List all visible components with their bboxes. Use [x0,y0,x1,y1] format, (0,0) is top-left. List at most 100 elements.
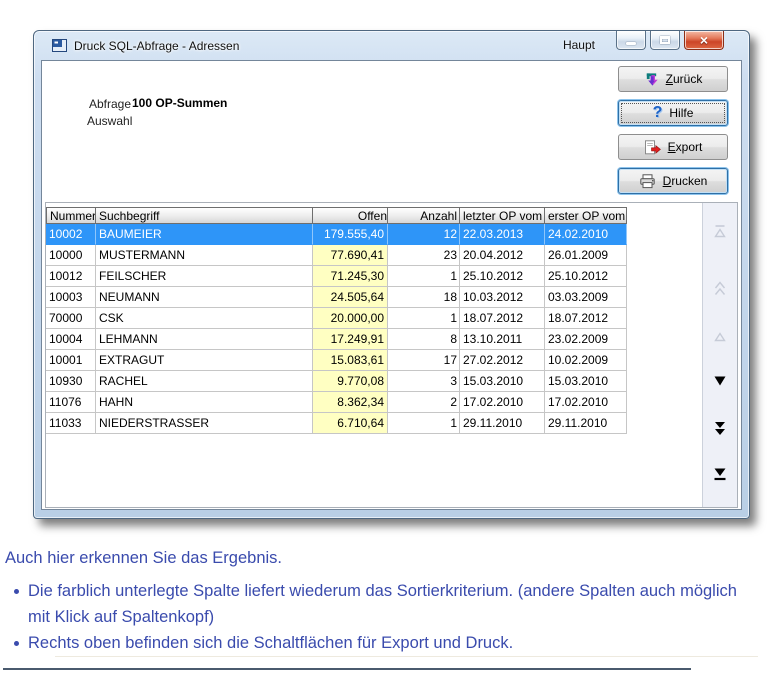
column-header-anzahl[interactable]: Anzahl [388,207,460,224]
column-header-letzter-op-vom[interactable]: letzter OP vom [460,207,545,224]
dialog-window: Druck SQL-Abfrage - Adressen Haupt × Abf… [33,30,750,519]
table-cell: EXTRAGUT [96,350,313,371]
table-cell: 70000 [46,308,96,329]
table-cell: 15.083,61 [313,350,388,371]
zurueck-label: Zurück [665,72,703,86]
scroll-page-up-button [703,280,737,296]
table-row[interactable]: 10004 LEHMANN 17.249,91 8 13.10.2011 23.02.20… [46,329,627,350]
exit-icon [646,72,658,86]
table-cell: 10930 [46,371,96,392]
table-cell: 10003 [46,287,96,308]
divider-light [55,656,758,657]
table-cell: 25.10.2012 [545,266,627,287]
table-cell: 17.02.2010 [545,392,627,413]
table-row[interactable]: 10000 MUSTERMANN 77.690,41 23 20.04.2012 26.0… [46,245,627,266]
table-cell: 8 [388,329,460,350]
table-cell: 1 [388,266,460,287]
window-controls: × [616,31,724,50]
record-nav-strip [702,203,737,507]
table-row[interactable]: 70000 CSK 20.000,00 1 18.07.2012 18.07.2012 [46,308,627,329]
table-cell: 2 [388,392,460,413]
table-cell: 1 [388,413,460,434]
zurueck-button[interactable]: Zurück [618,66,728,92]
scroll-top-icon [714,224,726,237]
scroll-down-button[interactable] [703,373,737,389]
bullet-icon [14,641,19,646]
close-button[interactable]: × [684,31,724,50]
table-cell: 12 [388,224,460,245]
drucken-button[interactable]: Drucken [618,168,728,194]
table-cell: 24.02.2010 [545,224,627,245]
maximize-button[interactable] [650,31,680,50]
scroll-page-down-icon [715,421,725,435]
table-cell: 25.10.2012 [460,266,545,287]
scroll-top-button [703,223,737,239]
table-row[interactable]: 10002 BAUMEIER 179.555,40 12 22.03.2013 24.02… [46,224,627,245]
table-body: 10002 BAUMEIER 179.555,40 12 22.03.2013 24.02… [46,224,627,434]
table-cell: 29.11.2010 [460,413,545,434]
table-cell: CSK [96,308,313,329]
result-table: Nummer Suchbegriff Offen Anzahl letzter OP v… [46,207,627,434]
table-cell: MUSTERMANN [96,245,313,266]
table-cell: 77.690,41 [313,245,388,266]
scroll-page-up-icon [714,280,726,295]
window-content: Abfrage 100 OP-Summen Auswahl Zurück ? H… [41,60,742,510]
table-cell: 17 [388,350,460,371]
table-cell: 10004 [46,329,96,350]
minimize-icon [626,41,636,45]
window-title: Druck SQL-Abfrage - Adressen [74,38,240,53]
table-cell: 03.03.2009 [545,287,627,308]
table-row[interactable]: 11033 NIEDERSTRASSER 6.710,64 1 29.11.2010 29… [46,413,627,434]
export-button[interactable]: Export [618,134,728,160]
hilfe-button[interactable]: ? Hilfe [618,100,728,126]
auswahl-label: Auswahl [87,114,133,128]
notes-section: Auch hier erkennen Sie das Ergebnis. Die… [5,547,758,656]
table-cell: 10001 [46,350,96,371]
table-cell: FEILSCHER [96,266,313,287]
divider-dark [3,668,691,670]
table-cell: 15.03.2010 [545,371,627,392]
haupt-label: Haupt [562,38,595,52]
column-header-offen[interactable]: Offen [313,207,388,224]
table-cell: 10.02.2009 [545,350,627,371]
table-cell: 10000 [46,245,96,266]
export-label: Export [667,140,703,154]
table-row[interactable]: 10930 RACHEL 9.770,08 3 15.03.2010 15.03.2010 [46,371,627,392]
scroll-bottom-button[interactable] [703,466,737,482]
table-cell: 18.07.2012 [460,308,545,329]
table-row[interactable]: 10003 NEUMANN 24.505,64 18 10.03.2012 03.03.2… [46,287,627,308]
table-cell: 11033 [46,413,96,434]
table-cell: 9.770,08 [313,371,388,392]
maximize-icon [660,36,670,44]
scroll-up-icon [714,332,726,342]
table-cell: 20.000,00 [313,308,388,329]
scroll-down-icon [714,376,726,386]
column-header-erster-op-vom[interactable]: erster OP vom [545,207,627,224]
table-cell: 179.555,40 [313,224,388,245]
table-cell: 27.02.2012 [460,350,545,371]
title-bar[interactable]: Druck SQL-Abfrage - Adressen Haupt × [41,31,742,60]
table-cell: 20.04.2012 [460,245,545,266]
table-cell: RACHEL [96,371,313,392]
table-cell: NEUMANN [96,287,313,308]
table-row[interactable]: 10001 EXTRAGUT 15.083,61 17 27.02.2012 10.02.… [46,350,627,371]
column-header-nummer[interactable]: Nummer [46,207,96,224]
column-header-suchbegriff[interactable]: Suchbegriff [96,207,313,224]
scroll-page-down-button[interactable] [703,420,737,436]
list-item: Rechts oben befinden sich die Schaltfläc… [5,630,758,656]
table-cell: 15.03.2010 [460,371,545,392]
table-cell: 22.03.2013 [460,224,545,245]
table-cell: LEHMANN [96,329,313,350]
table-cell: 10.03.2012 [460,287,545,308]
table-cell: 1 [388,308,460,329]
table-row[interactable]: 10012 FEILSCHER 71.245,30 1 25.10.2012 25.10.… [46,266,627,287]
minimize-button[interactable] [616,31,646,50]
table-cell: 23 [388,245,460,266]
list-item: Die farblich unterlegte Spalte liefert w… [5,578,758,630]
table-cell: 23.02.2009 [545,329,627,350]
bullet-text: Rechts oben befinden sich die Schaltfläc… [28,634,514,652]
notes-intro: Auch hier erkennen Sie das Ergebnis. [5,549,283,567]
table-row[interactable]: 11076 HAHN 8.362,34 2 17.02.2010 17.02.2010 [46,392,627,413]
table-cell: 18 [388,287,460,308]
table-cell: 18.07.2012 [545,308,627,329]
